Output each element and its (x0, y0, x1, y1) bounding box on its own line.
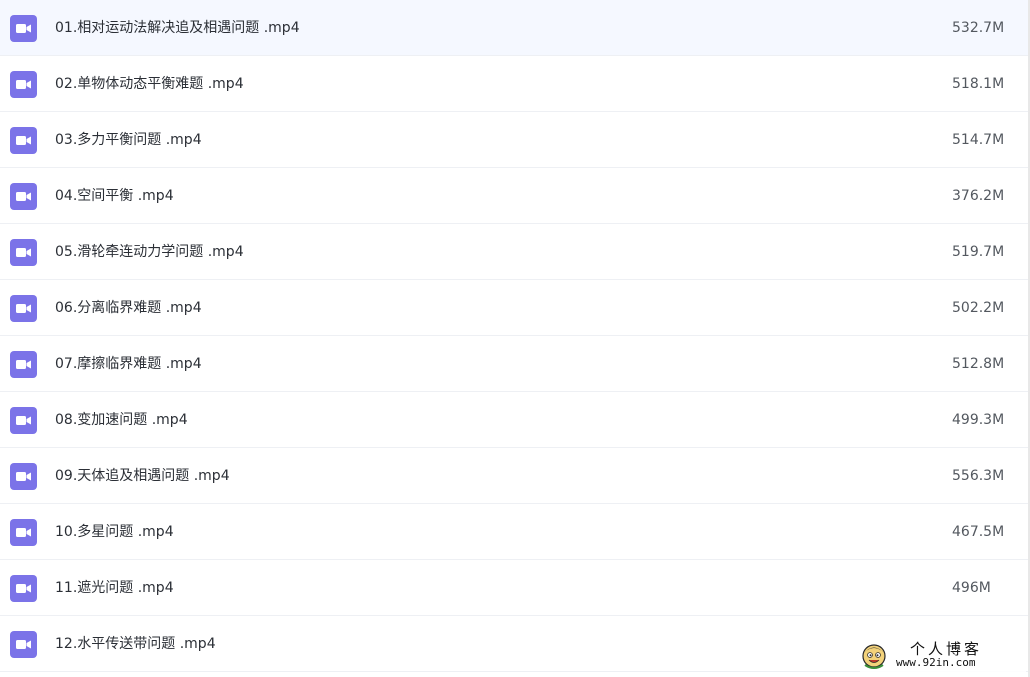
file-row[interactable]: 06.分离临界难题 .mp4 502.2M (0, 280, 1028, 336)
file-row[interactable]: 10.多星问题 .mp4 467.5M (0, 504, 1028, 560)
video-file-icon (10, 631, 37, 658)
file-row[interactable]: 04.空间平衡 .mp4 376.2M (0, 168, 1028, 224)
video-file-icon (10, 183, 37, 210)
file-name[interactable]: 01.相对运动法解决追及相遇问题 .mp4 (55, 0, 300, 56)
file-row[interactable]: 03.多力平衡问题 .mp4 514.7M (0, 112, 1028, 168)
file-name[interactable]: 08.变加速问题 .mp4 (55, 392, 188, 448)
file-name[interactable]: 03.多力平衡问题 .mp4 (55, 112, 202, 168)
file-name[interactable]: 05.滑轮牵连动力学问题 .mp4 (55, 224, 244, 280)
video-file-icon (10, 71, 37, 98)
file-size: 518.1M (952, 76, 1005, 92)
file-list: 01.相对运动法解决追及相遇问题 .mp4 532.7M 02.单物体动态平衡难… (0, 0, 1028, 677)
video-file-icon (10, 575, 37, 602)
file-size: 496M (952, 580, 991, 596)
video-file-icon (10, 351, 37, 378)
file-row[interactable]: 08.变加速问题 .mp4 499.3M (0, 392, 1028, 448)
file-name[interactable]: 06.分离临界难题 .mp4 (55, 280, 202, 336)
file-name[interactable]: 10.多星问题 .mp4 (55, 504, 174, 560)
file-name[interactable]: 04.空间平衡 .mp4 (55, 168, 174, 224)
file-name[interactable]: 09.天体追及相遇问题 .mp4 (55, 448, 230, 504)
file-size: 502.2M (952, 300, 1005, 316)
video-file-icon (10, 463, 37, 490)
cartoon-face-icon (860, 642, 888, 670)
file-size: 512.8M (952, 356, 1005, 372)
video-file-icon (10, 127, 37, 154)
file-size: 376.2M (952, 188, 1005, 204)
video-file-icon (10, 295, 37, 322)
file-name[interactable]: 12.水平传送带问题 .mp4 (55, 616, 216, 672)
file-name[interactable]: 07.摩擦临界难题 .mp4 (55, 336, 202, 392)
video-file-icon (10, 15, 37, 42)
file-name[interactable]: 11.遮光问题 .mp4 (55, 560, 174, 616)
file-size: 556.3M (952, 468, 1005, 484)
watermark-url: www.92in.com (896, 656, 976, 669)
watermark: 个人博客 www.92in.com (860, 638, 1026, 674)
file-row[interactable]: 11.遮光问题 .mp4 496M (0, 560, 1028, 616)
file-size: 514.7M (952, 132, 1005, 148)
file-row[interactable]: 07.摩擦临界难题 .mp4 512.8M (0, 336, 1028, 392)
video-file-icon (10, 239, 37, 266)
file-size: 467.5M (952, 524, 1005, 540)
file-size: 519.7M (952, 244, 1005, 260)
file-size: 532.7M (952, 20, 1005, 36)
file-row[interactable]: 02.单物体动态平衡难题 .mp4 518.1M (0, 56, 1028, 112)
video-file-icon (10, 519, 37, 546)
video-file-icon (10, 407, 37, 434)
file-name[interactable]: 02.单物体动态平衡难题 .mp4 (55, 56, 244, 112)
file-row[interactable]: 01.相对运动法解决追及相遇问题 .mp4 532.7M (0, 0, 1028, 56)
file-row[interactable]: 05.滑轮牵连动力学问题 .mp4 519.7M (0, 224, 1028, 280)
file-row[interactable]: 09.天体追及相遇问题 .mp4 556.3M (0, 448, 1028, 504)
file-size: 499.3M (952, 412, 1005, 428)
